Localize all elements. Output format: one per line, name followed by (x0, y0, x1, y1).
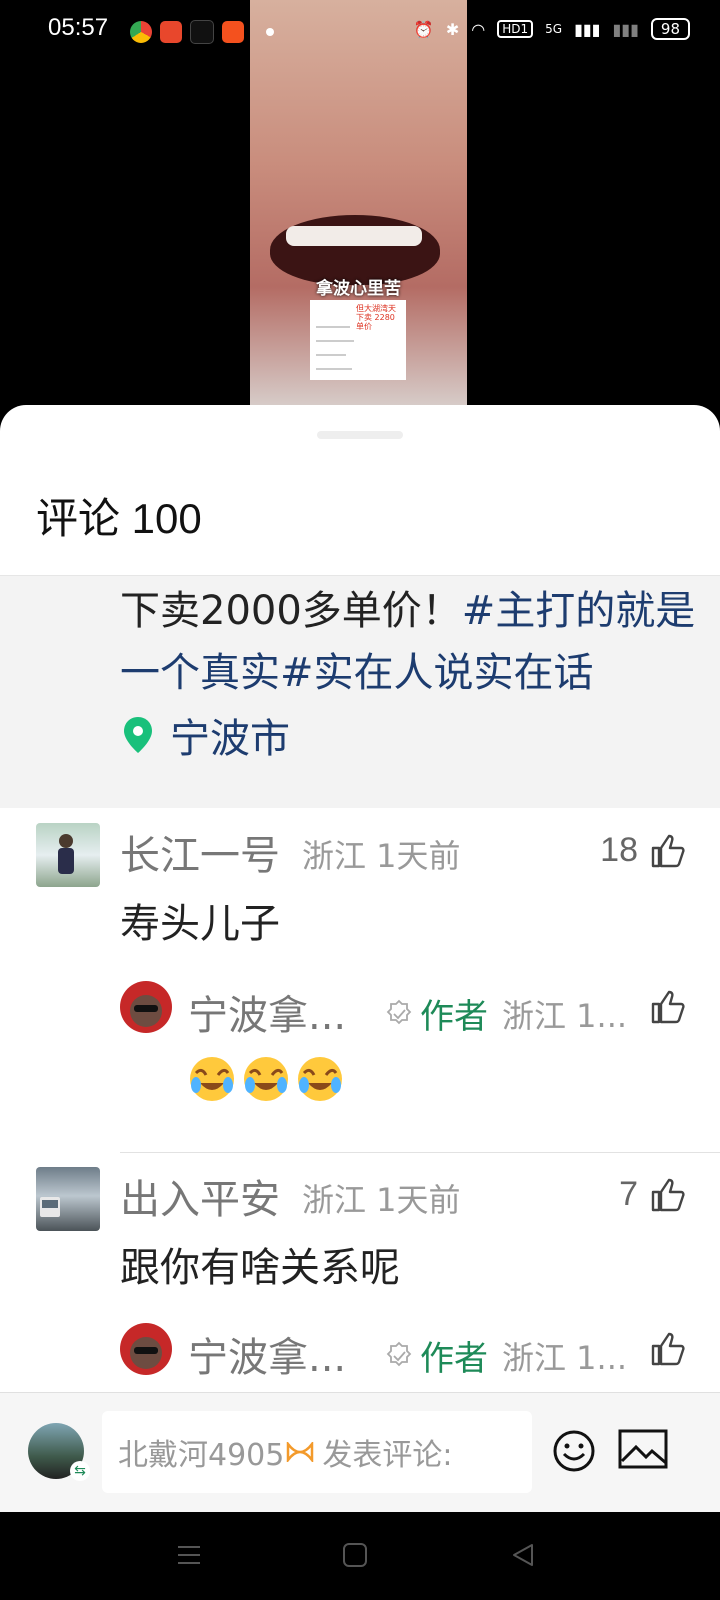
like-button[interactable]: 7 (619, 1175, 686, 1214)
status-time: 05:57 (48, 14, 109, 41)
back-icon[interactable] (510, 1542, 536, 1568)
location-pin-icon (124, 717, 152, 753)
status-bar: 05:57 ⏰ ✱ ◠ HD1 5G ▮▮▮ ▮▮▮ 98 (0, 0, 720, 64)
signal-label: 5G (545, 22, 563, 36)
reply-name[interactable]: 宁波拿... (188, 983, 346, 1041)
reply-name[interactable]: 宁波拿... (188, 1325, 346, 1383)
video-document-thumbnail: 但大湖湾天下卖 2280单价 (310, 300, 406, 380)
menu-icon[interactable] (176, 1542, 202, 1568)
my-avatar[interactable]: ⇆ (28, 1423, 90, 1481)
author-badge: 作者 (384, 989, 488, 1038)
alarm-icon: ⏰ (413, 19, 434, 39)
like-button[interactable]: 18 (600, 831, 686, 870)
monkey-face-icon (130, 1337, 162, 1369)
bow-tie-icon (287, 1442, 314, 1462)
thumbs-up-icon (651, 1332, 685, 1366)
comment-item: 出入平安 浙江 1天前 7 跟你有啥关系呢 宁波拿... 作者 浙江 1... (0, 1167, 720, 1407)
laugh-cry-emoji (244, 1057, 288, 1101)
comment-input[interactable]: 北戴河4905 发表评论: (102, 1411, 532, 1493)
ting-icon (222, 21, 244, 43)
comment-input-bar: ⇆ 北戴河4905 发表评论: (0, 1392, 720, 1513)
location-label: 宁波市 (170, 716, 290, 762)
smiley-icon (553, 1430, 595, 1472)
notification-app-icons (130, 20, 274, 44)
comments-title: 评论 100 (36, 495, 202, 542)
reply-emoji-row (188, 1055, 344, 1103)
dot-icon (266, 28, 274, 36)
author-label: 作者 (420, 997, 488, 1037)
wifi-icon: ◠ (471, 19, 486, 39)
author-badge: 作者 (384, 1331, 488, 1380)
signal-icon: ▮▮▮ (574, 19, 601, 39)
reply-avatar[interactable] (120, 1323, 172, 1375)
comment-item: 长江一号 浙江 1天前 18 寿头儿子 宁波拿... 作者 浙江 1... (0, 823, 720, 1135)
signal-icon-2: ▮▮▮ (612, 19, 639, 39)
reply-like-button[interactable] (650, 1331, 686, 1367)
battery-indicator: 98 (650, 18, 690, 40)
post-text-plain: 下卖2000多单价！ (120, 588, 462, 634)
monkey-face-icon (130, 995, 162, 1027)
commenter-name[interactable]: 长江一号 (120, 823, 280, 881)
network-label: HD1 (497, 20, 534, 38)
reply-avatar[interactable] (120, 981, 172, 1033)
commenter-name[interactable]: 出入平安 (120, 1167, 280, 1225)
tiktok-icon (190, 20, 214, 44)
doc-line (316, 340, 354, 342)
post-text: 下卖2000多单价！#主打的就是一个真实#实在人说实在话 (120, 580, 700, 704)
author-label: 作者 (420, 1339, 488, 1379)
doc-line (316, 354, 346, 356)
chrome-icon (130, 21, 152, 43)
verified-badge-icon (386, 1341, 412, 1366)
reply-meta: 浙江 1... (502, 1339, 628, 1377)
location-tag[interactable]: 宁波市 (124, 706, 290, 764)
input-placeholder: 发表评论: (322, 1438, 453, 1473)
thumbs-up-icon (651, 1178, 685, 1211)
status-right: ⏰ ✱ ◠ HD1 5G ▮▮▮ ▮▮▮ 98 (414, 18, 690, 40)
emoji-picker-button[interactable] (552, 1429, 596, 1477)
post-description: 下卖2000多单价！#主打的就是一个真实#实在人说实在话 宁波市 (0, 575, 720, 808)
thumbs-up-icon (651, 834, 685, 867)
reply-meta: 浙江 1... (502, 997, 628, 1035)
comment-text: 跟你有啥关系呢 (120, 1245, 400, 1291)
input-username: 北戴河4905 (118, 1438, 285, 1473)
reply-like-button[interactable] (650, 989, 686, 1025)
laugh-cry-emoji (190, 1057, 234, 1101)
person-photo-icon (58, 834, 74, 874)
laugh-cry-emoji (298, 1057, 342, 1101)
sheet-drag-handle[interactable] (317, 431, 403, 439)
comment-text: 寿头儿子 (120, 901, 280, 947)
system-navigation-bar (0, 1512, 720, 1600)
bus-photo-icon (40, 1197, 60, 1217)
doc-highlight-text: 但大湖湾天下卖 2280单价 (356, 304, 396, 331)
face-teeth-shape (286, 226, 422, 246)
video-caption: 拿波心里苦 (316, 279, 401, 299)
divider (120, 1152, 720, 1153)
image-picker-button[interactable] (618, 1429, 668, 1473)
like-count: 7 (619, 1175, 638, 1213)
taobao-icon (160, 21, 182, 43)
comment-meta: 浙江 1天前 (302, 837, 461, 875)
doc-line (316, 368, 352, 370)
switch-account-icon: ⇆ (70, 1461, 90, 1481)
avatar[interactable] (36, 823, 100, 887)
comment-sheet: 评论 100 下卖2000多单价！#主打的就是一个真实#实在人说实在话 宁波市 … (0, 405, 720, 1513)
like-count: 18 (600, 831, 638, 869)
avatar[interactable] (36, 1167, 100, 1231)
bluetooth-icon: ✱ (445, 19, 460, 39)
image-icon (618, 1429, 668, 1469)
home-icon[interactable] (342, 1542, 368, 1568)
thumbs-up-icon (651, 990, 685, 1024)
comment-meta: 浙江 1天前 (302, 1181, 461, 1219)
doc-line (316, 326, 350, 328)
verified-badge-icon (386, 999, 412, 1024)
